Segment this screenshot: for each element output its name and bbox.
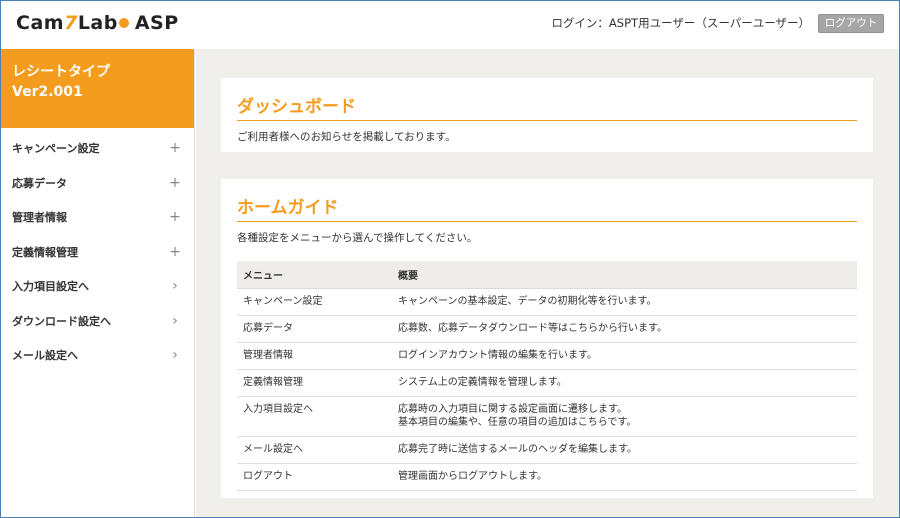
row-summary-cell: 応募完了時に送信するメールのヘッダを編集します。 [392, 436, 857, 464]
logo-text-asp: ASP [134, 12, 179, 34]
logo-text-cam: Cam [16, 12, 65, 34]
table-row: ログアウト 管理画面からログアウトします。 [237, 463, 857, 491]
sidebar: レシートタイプ Ver2.001 キャンペーン設定 + 応募データ + 管理者情… [0, 49, 195, 518]
sidebar-item-label: 入力項目設定へ [12, 280, 89, 294]
column-header-summary: 概要 [392, 261, 857, 289]
table-header-row: メニュー 概要 [237, 261, 857, 289]
plus-icon[interactable]: + [168, 209, 182, 225]
sidebar-item-download-settings[interactable]: ダウンロード設定へ › [0, 304, 194, 339]
table-row: 応募データ 応募数、応募データダウンロード等はこちらから行います。 [237, 315, 857, 343]
home-guide-card: ホームガイド 各種設定をメニューから選んで操作してください。 メニュー 概要 キ… [221, 179, 873, 498]
sidebar-title: レシートタイプ Ver2.001 [0, 49, 194, 128]
logo-text-seven: 7 [64, 12, 78, 34]
row-summary-cell: 応募数、応募データダウンロード等はこちらから行います。 [392, 315, 857, 343]
table-row: メール設定へ 応募完了時に送信するメールのヘッダを編集します。 [237, 436, 857, 464]
main-content: ダッシュボード ご利用者様へのお知らせを掲載しております。 ホームガイド 各種設… [196, 49, 900, 518]
sidebar-item-campaign-settings[interactable]: キャンペーン設定 + [0, 131, 194, 166]
plus-icon[interactable]: + [168, 140, 182, 156]
chevron-right-icon: › [172, 278, 178, 295]
sidebar-item-label: 管理者情報 [12, 211, 67, 225]
app-logo[interactable]: Cam 7 Lab ASP [16, 12, 179, 34]
row-menu-cell: 応募データ [237, 315, 392, 343]
row-menu-cell: ログアウト [237, 463, 392, 491]
sidebar-title-type: レシートタイプ [12, 64, 110, 80]
dashboard-notice: ご利用者様へのお知らせを掲載しております。 [237, 131, 456, 143]
dashboard-card: ダッシュボード ご利用者様へのお知らせを掲載しております。 [221, 78, 873, 152]
plus-icon[interactable]: + [168, 175, 182, 191]
dashboard-title: ダッシュボード [237, 92, 857, 121]
row-menu-cell: 管理者情報 [237, 342, 392, 370]
table-row: 管理者情報 ログインアカウント情報の編集を行います。 [237, 342, 857, 370]
header: Cam 7 Lab ASP ログイン：ASPT用ユーザー（スーパーユーザー） ログアウ… [0, 0, 900, 49]
table-row: キャンペーン設定 キャンペーンの基本設定、データの初期化等を行います。 [237, 288, 857, 316]
sidebar-item-label: 定義情報管理 [12, 245, 78, 259]
sidebar-item-admin-info[interactable]: 管理者情報 + [0, 200, 194, 235]
table-row: 定義情報管理 システム上の定義情報を管理します。 [237, 369, 857, 397]
home-guide-title: ホームガイド [237, 193, 857, 222]
row-menu-cell: メール設定へ [237, 436, 392, 464]
row-menu-cell: 定義情報管理 [237, 369, 392, 397]
sidebar-menu: キャンペーン設定 + 応募データ + 管理者情報 + 定義情報管理 + 入力項目… [0, 128, 194, 373]
column-header-menu: メニュー [237, 261, 392, 289]
sidebar-item-label: キャンペーン設定 [12, 142, 100, 156]
sidebar-item-label: メール設定へ [12, 349, 78, 363]
row-summary-line: 応募時の入力項目に関する設定画面に遷移します。 [398, 404, 627, 415]
logo-dot-icon [118, 18, 129, 28]
row-menu-cell: 入力項目設定へ [237, 396, 392, 437]
guide-table: メニュー 概要 キャンペーン設定 キャンペーンの基本設定、データの初期化等を行い… [237, 261, 857, 491]
row-summary-cell: キャンペーンの基本設定、データの初期化等を行います。 [392, 288, 857, 316]
row-summary-cell: ログインアカウント情報の編集を行います。 [392, 342, 857, 370]
row-summary-cell: 管理画面からログアウトします。 [392, 463, 857, 491]
table-row: 入力項目設定へ 応募時の入力項目に関する設定画面に遷移します。 基本項目の編集や… [237, 396, 857, 437]
logo-text-lab: Lab [77, 12, 118, 34]
row-summary-cell: 応募時の入力項目に関する設定画面に遷移します。 基本項目の編集や、任意の項目の追… [392, 396, 857, 437]
sidebar-item-label: 応募データ [12, 176, 67, 190]
home-guide-intro: 各種設定をメニューから選んで操作してください。 [237, 232, 478, 244]
sidebar-item-entry-data[interactable]: 応募データ + [0, 166, 194, 201]
row-menu-cell: キャンペーン設定 [237, 288, 392, 316]
login-info: ログイン：ASPT用ユーザー（スーパーユーザー） [551, 16, 810, 30]
sidebar-item-label: ダウンロード設定へ [12, 314, 111, 328]
chevron-right-icon: › [172, 347, 178, 364]
sidebar-item-input-fields[interactable]: 入力項目設定へ › [0, 269, 194, 304]
sidebar-title-version: Ver2.001 [12, 84, 83, 100]
sidebar-item-mail-settings[interactable]: メール設定へ › [0, 338, 194, 373]
row-summary-line: 基本項目の編集や、任意の項目の追加はこちらです。 [398, 417, 637, 428]
sidebar-item-definition-management[interactable]: 定義情報管理 + [0, 235, 194, 270]
chevron-right-icon: › [172, 312, 178, 329]
row-summary-cell: システム上の定義情報を管理します。 [392, 369, 857, 397]
logout-button[interactable]: ログアウト [818, 14, 884, 33]
plus-icon[interactable]: + [168, 244, 182, 260]
